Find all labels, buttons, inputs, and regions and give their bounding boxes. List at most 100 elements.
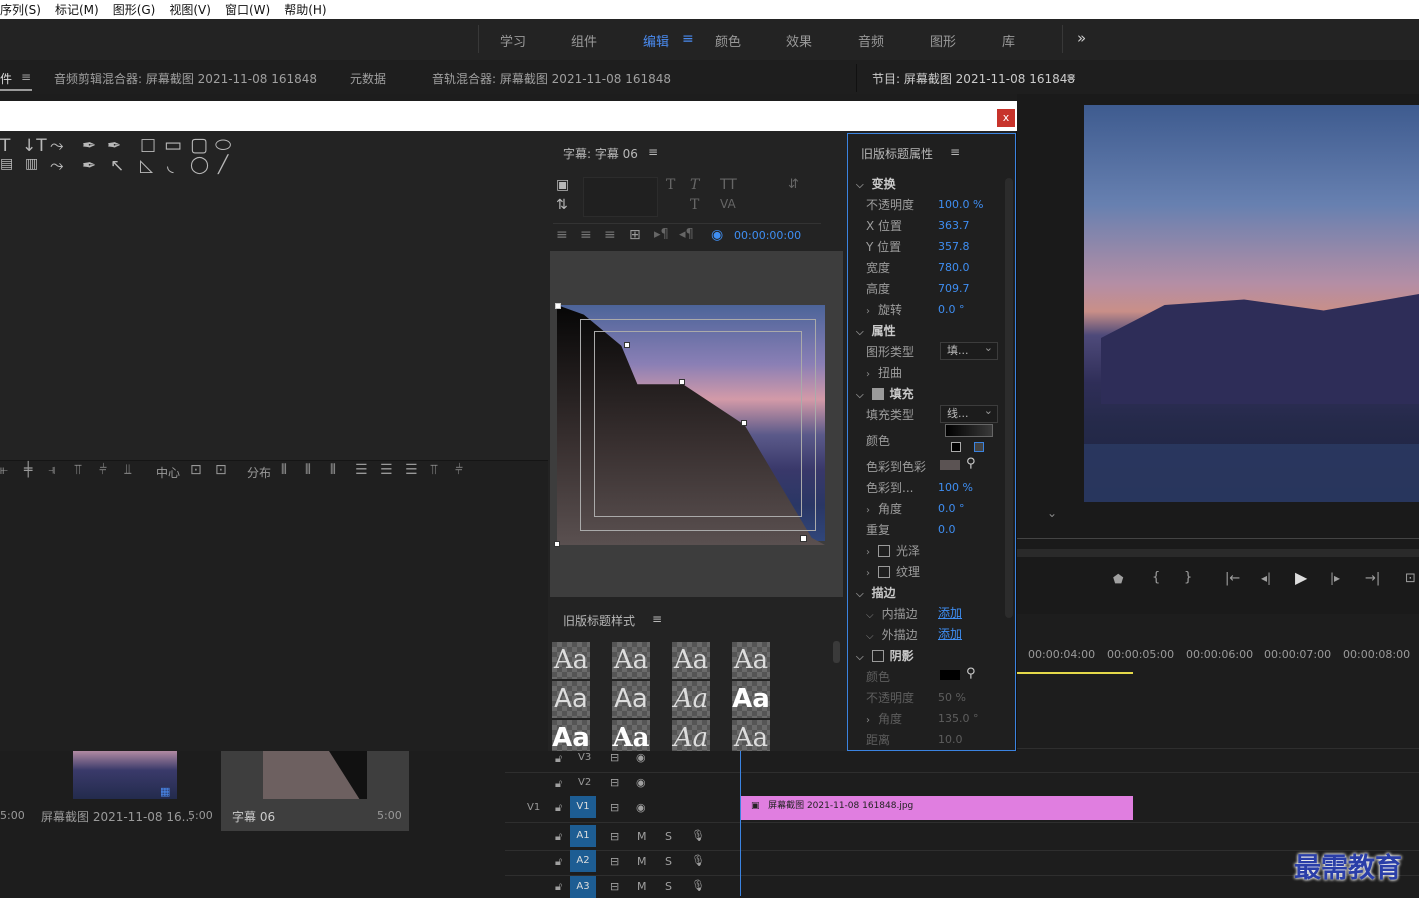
section-shadow[interactable]: ⌵ 阴影 — [856, 647, 914, 664]
toggle-sync-icon[interactable]: ⊟ — [610, 855, 619, 868]
align-left-text-icon[interactable]: ≡ — [556, 227, 568, 243]
y-position-value[interactable]: 357.8 — [938, 240, 970, 253]
outer-stroke-row[interactable]: ⌵ 外描边 — [866, 626, 918, 643]
kerning-icon[interactable]: VA — [720, 197, 736, 211]
font-size-icon[interactable]: TT — [720, 177, 737, 193]
zoom-chevron-icon[interactable]: ⌄ — [1047, 506, 1057, 520]
template-icon[interactable]: ▸¶ — [654, 227, 669, 242]
menu-help[interactable]: 帮助(H) — [284, 1, 326, 18]
underline-icon[interactable]: T — [690, 197, 699, 213]
workspace-menu-icon[interactable]: ≡ — [682, 31, 694, 47]
rounded-rectangle-tool-icon[interactable]: ▭ — [164, 134, 182, 156]
tab-menu-icon[interactable]: ≡ — [21, 70, 31, 84]
mic-icon[interactable]: 🎙︎ — [691, 829, 705, 842]
title-canvas[interactable] — [550, 251, 843, 597]
solo-button[interactable]: S — [665, 830, 672, 843]
texture-row[interactable]: › 纹理 — [866, 563, 920, 580]
distribute-top-icon[interactable]: ☰ — [355, 462, 368, 478]
distribute-h-icon[interactable]: ⫪ — [430, 462, 438, 478]
style-swatch[interactable]: Aa — [612, 642, 650, 679]
toggle-sync-icon[interactable]: ⊟ — [610, 830, 619, 843]
add-inner-stroke-link[interactable]: 添加 — [938, 604, 962, 621]
section-transform[interactable]: ⌵ 变换 — [856, 175, 896, 192]
add-outer-stroke-link[interactable]: 添加 — [938, 625, 962, 642]
mark-in-icon[interactable]: { — [1152, 570, 1160, 585]
eyedropper-icon[interactable]: ⚲ — [966, 456, 976, 471]
source-patch[interactable]: V1 — [527, 802, 540, 813]
bold-icon[interactable]: T — [666, 177, 675, 193]
overflow-icon[interactable]: » — [1077, 29, 1086, 47]
dialog-titlebar[interactable] — [0, 101, 1017, 131]
style-swatch[interactable]: Aa — [612, 681, 650, 718]
style-swatch[interactable]: Aa — [672, 720, 710, 753]
tab-stops-icon[interactable]: ⊞ — [629, 227, 641, 243]
arc-tool-icon[interactable]: ◟ — [167, 156, 174, 176]
track-target-v1[interactable]: V1 — [570, 796, 596, 818]
style-swatch[interactable]: Aa — [552, 681, 590, 718]
shadow-color-swatch[interactable] — [940, 670, 960, 680]
tab-program-monitor[interactable]: 节目: 屏幕截图 2021-11-08 161848 — [872, 70, 1075, 87]
close-button[interactable]: x — [997, 109, 1015, 127]
height-value[interactable]: 709.7 — [938, 282, 970, 295]
section-fill[interactable]: ⌵ 填充 — [856, 385, 914, 402]
tab-audio-track-mixer[interactable]: 音轨混合器: 屏幕截图 2021-11-08 161848 — [432, 70, 671, 87]
align-right-icon[interactable]: ⫣ — [48, 462, 56, 478]
rotation-row[interactable]: › 旋转 — [866, 301, 902, 318]
mute-button[interactable]: M — [637, 880, 647, 893]
anchor-handle[interactable] — [624, 342, 630, 348]
mute-button[interactable]: M — [637, 855, 647, 868]
distort-row[interactable]: › 扭曲 — [866, 364, 902, 381]
workspace-effects[interactable]: 效果 — [786, 31, 812, 50]
marker-icon[interactable]: ⬟ — [1113, 572, 1123, 586]
properties-scrollbar[interactable] — [1005, 178, 1013, 618]
distribute-middle-icon[interactable]: ☰ — [380, 462, 393, 478]
eye-icon[interactable]: ◉ — [636, 801, 646, 814]
track-target-a1[interactable]: A1 — [570, 825, 596, 847]
center-v-icon[interactable]: ⊡ — [215, 462, 227, 478]
menu-marker[interactable]: 标记(M) — [55, 1, 99, 18]
type-tool-icon[interactable]: T — [0, 136, 10, 156]
gradient-stop[interactable] — [951, 442, 961, 452]
mark-out-icon[interactable]: } — [1184, 570, 1192, 585]
workspace-libraries[interactable]: 库 — [1002, 31, 1015, 50]
distribute-bottom-icon[interactable]: ☰ — [405, 462, 418, 478]
rotation-value[interactable]: 0.0 ° — [938, 303, 965, 316]
area-type-tool-icon[interactable]: ▤ — [0, 156, 13, 172]
width-value[interactable]: 780.0 — [938, 261, 970, 274]
workspace-editing[interactable]: 编辑 — [643, 31, 669, 50]
anchor-handle[interactable] — [555, 303, 561, 309]
add-anchor-tool-icon[interactable]: ✒ — [82, 156, 96, 176]
section-stroke[interactable]: ⌵ 描边 — [856, 584, 896, 601]
menu-view[interactable]: 视图(V) — [169, 1, 211, 18]
step-forward-icon[interactable]: |▸ — [1330, 571, 1340, 585]
track-target-a2[interactable]: A2 — [570, 850, 596, 872]
playhead-line[interactable] — [740, 748, 741, 896]
solo-button[interactable]: S — [665, 880, 672, 893]
clipped-rectangle-tool-icon[interactable]: ▢ — [190, 134, 208, 156]
align-center-h-icon[interactable]: ╪ — [24, 462, 32, 478]
align-right-text-icon[interactable]: ≡ — [604, 227, 616, 243]
show-background-icon[interactable]: ◉ — [711, 227, 723, 243]
shadow-distance-value[interactable]: 10.0 — [938, 733, 963, 746]
style-swatch[interactable]: Aa — [552, 642, 590, 679]
workspace-learn[interactable]: 学习 — [500, 31, 526, 50]
angle-row[interactable]: › 角度 — [866, 500, 902, 517]
solo-button[interactable]: S — [665, 855, 672, 868]
timecode[interactable]: 00:00:00:00 — [734, 229, 801, 242]
mute-button[interactable]: M — [637, 830, 647, 843]
leading-icon[interactable]: ⇵ — [788, 177, 799, 192]
eyedropper-icon[interactable]: ⚲ — [966, 666, 976, 681]
title-panel-menu-icon[interactable]: ≡ — [648, 145, 658, 159]
track-target-a3[interactable]: A3 — [570, 876, 596, 898]
work-area-bar[interactable] — [1017, 672, 1133, 674]
x-position-value[interactable]: 363.7 — [938, 219, 970, 232]
style-swatch[interactable]: Aa — [612, 720, 650, 753]
ellipse-rounded-tool-icon[interactable]: ⬭ — [215, 134, 231, 156]
font-family-select[interactable] — [583, 177, 658, 217]
gradient-stop[interactable] — [974, 442, 984, 452]
mic-icon[interactable]: 🎙︎ — [691, 854, 705, 867]
shadow-angle-row[interactable]: › 角度 — [866, 710, 902, 727]
lock-icon[interactable]: 🔓︎ — [555, 777, 562, 791]
lock-icon[interactable]: 🔓︎ — [555, 830, 562, 844]
opacity-value[interactable]: 100.0 % — [938, 198, 983, 211]
